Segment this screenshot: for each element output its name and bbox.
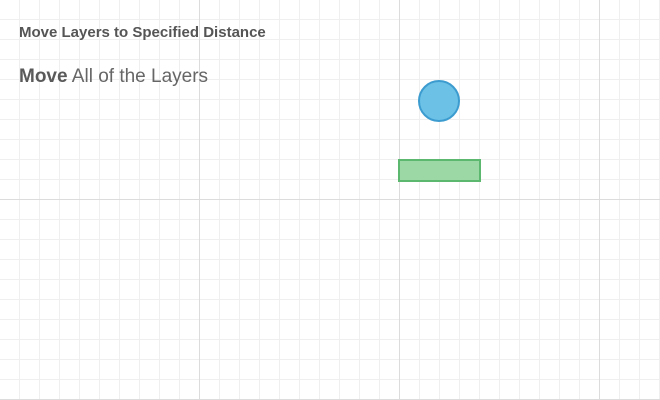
instruction-verb: Move: [19, 66, 68, 87]
grid-canvas[interactable]: [0, 0, 660, 400]
instruction-text: All of the Layers: [67, 66, 209, 87]
page-title: Move Layers to Specified Distance: [19, 24, 266, 41]
rectangle-layer[interactable]: [398, 159, 481, 182]
task-instruction: Move All of the Layers: [19, 66, 208, 88]
circle-layer[interactable]: [418, 80, 460, 122]
